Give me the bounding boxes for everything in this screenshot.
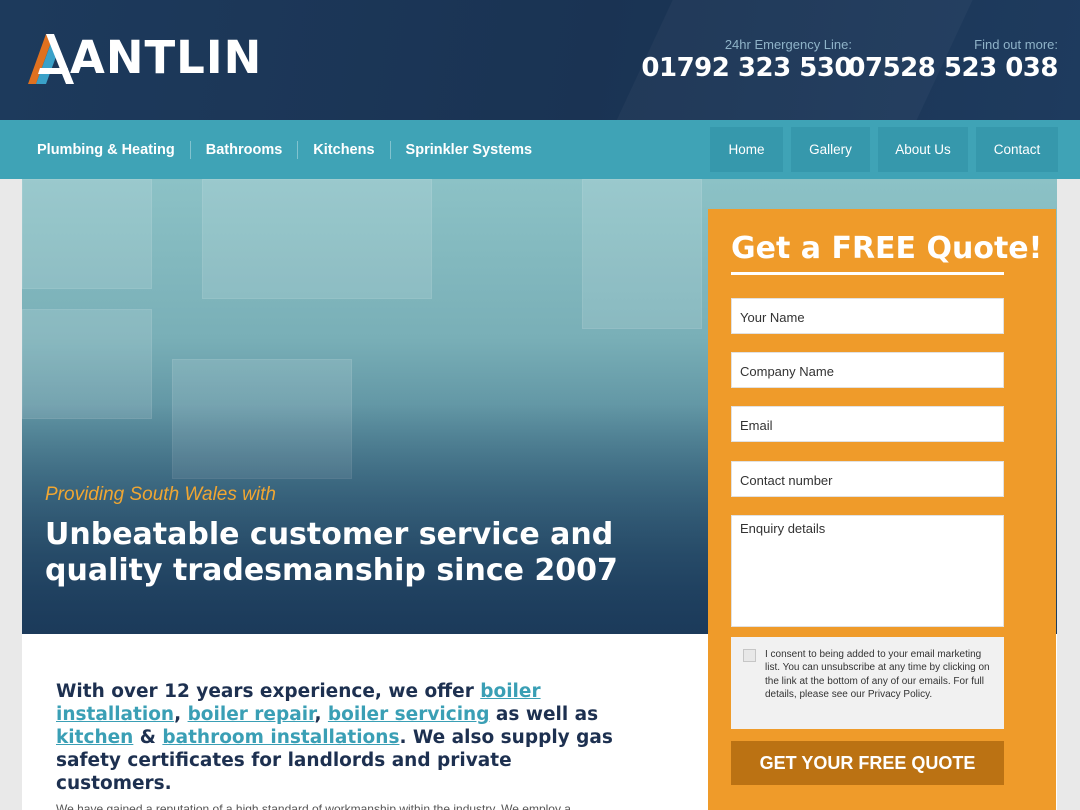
nav-sprinkler-systems[interactable]: Sprinkler Systems	[391, 141, 548, 159]
intro-text: as well as	[489, 704, 599, 725]
intro-text: ,	[174, 704, 188, 725]
phone-field[interactable]: Contact number	[731, 461, 1004, 497]
info-label: Find out more:	[974, 37, 1058, 52]
nav-gallery[interactable]: Gallery	[791, 127, 870, 172]
nav-home[interactable]: Home	[710, 127, 783, 172]
link-boiler-repair[interactable]: boiler repair	[188, 704, 315, 725]
link-kitchen[interactable]: kitchen	[56, 727, 133, 748]
info-contact: Find out more: 07528 523 038	[847, 38, 1058, 84]
emergency-phone[interactable]: 01792 323 530	[641, 52, 852, 84]
info-phone[interactable]: 07528 523 038	[847, 52, 1058, 84]
nav-bathrooms[interactable]: Bathrooms	[191, 140, 299, 159]
intro-text: ,	[314, 704, 328, 725]
hero-tile	[582, 179, 702, 329]
main-nav: Plumbing & Heating Bathrooms Kitchens Sp…	[0, 120, 1080, 179]
enquiry-field[interactable]: Enquiry details	[731, 515, 1004, 627]
nav-about-us[interactable]: About Us	[878, 127, 968, 172]
intro-text: With over 12 years experience, we offer	[56, 681, 481, 702]
consent-checkbox[interactable]	[743, 649, 756, 662]
site-header: ANTLIN 24hr Emergency Line: 01792 323 53…	[0, 0, 1080, 120]
services-menu: Plumbing & Heating Bathrooms Kitchens Sp…	[22, 120, 547, 179]
hero-tile	[22, 309, 152, 419]
quote-form: Get a FREE Quote! Your Name Company Name…	[708, 209, 1056, 810]
hero-title: Unbeatable customer service and quality …	[45, 517, 618, 588]
link-bathroom-installations[interactable]: bathroom installations	[162, 727, 399, 748]
submit-quote-button[interactable]: GET YOUR FREE QUOTE	[731, 741, 1004, 785]
nav-kitchens[interactable]: Kitchens	[298, 140, 391, 159]
consent-text: I consent to being added to your email m…	[765, 649, 990, 700]
intro-paragraph: With over 12 years experience, we offer …	[56, 680, 616, 795]
intro-text: &	[133, 727, 163, 748]
antlin-logo-mark-icon	[24, 30, 76, 86]
nav-plumbing-heating[interactable]: Plumbing & Heating	[22, 140, 191, 159]
hero-tile	[202, 179, 432, 299]
emergency-label: 24hr Emergency Line:	[724, 37, 852, 52]
site-logo[interactable]: ANTLIN	[24, 30, 262, 86]
company-field[interactable]: Company Name	[731, 352, 1004, 388]
quote-title: Get a FREE Quote!	[731, 231, 1042, 275]
link-boiler-servicing[interactable]: boiler servicing	[328, 704, 490, 725]
name-field[interactable]: Your Name	[731, 298, 1004, 334]
intro-more-text: We have gained a reputation of a high st…	[56, 802, 571, 810]
nav-contact[interactable]: Contact	[976, 127, 1058, 172]
hero-tile	[22, 179, 152, 289]
brand-name: ANTLIN	[70, 31, 263, 84]
consent-block: I consent to being added to your email m…	[731, 637, 1004, 729]
pages-menu: Home Gallery About Us Contact	[710, 127, 1058, 172]
emergency-contact: 24hr Emergency Line: 01792 323 530	[641, 38, 852, 84]
hero-tagline: Providing South Wales with	[45, 484, 276, 505]
email-field[interactable]: Email	[731, 406, 1004, 442]
